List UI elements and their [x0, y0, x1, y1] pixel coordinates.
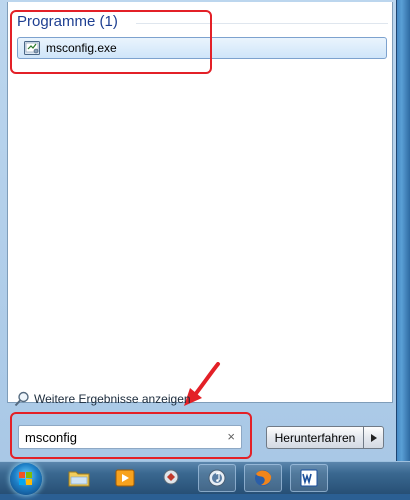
start-button[interactable]: [10, 463, 42, 495]
search-box[interactable]: ×: [18, 425, 242, 449]
taskbar-media-player[interactable]: [106, 464, 144, 492]
annotation-box-programs: [10, 10, 212, 74]
magnifier-icon: [14, 391, 29, 407]
taskbar: [0, 461, 410, 495]
shutdown-button[interactable]: Herunterfahren: [266, 426, 363, 449]
shutdown-group: Herunterfahren: [266, 426, 384, 449]
taskbar-app[interactable]: [152, 464, 190, 492]
shutdown-options-button[interactable]: [363, 426, 384, 449]
windows-logo-icon: [19, 472, 32, 485]
taskbar-word[interactable]: [290, 464, 328, 492]
search-input[interactable]: [25, 429, 215, 445]
word-icon: [300, 469, 318, 487]
media-player-icon: [115, 469, 135, 487]
itunes-icon: [208, 469, 226, 487]
firefox-icon: [255, 470, 272, 486]
more-results-link[interactable]: Weitere Ergebnisse anzeigen: [14, 390, 191, 408]
folder-icon: [68, 471, 90, 487]
triangle-right-icon: [370, 433, 377, 442]
clear-search-button[interactable]: ×: [227, 429, 235, 445]
taskbar-explorer[interactable]: [60, 464, 98, 492]
taskbar-itunes[interactable]: [198, 464, 236, 492]
app-icon: [163, 469, 179, 485]
taskbar-firefox[interactable]: [244, 464, 282, 492]
aero-glass-edge: [396, 0, 410, 461]
more-results-label: Weitere Ergebnisse anzeigen: [34, 392, 191, 406]
